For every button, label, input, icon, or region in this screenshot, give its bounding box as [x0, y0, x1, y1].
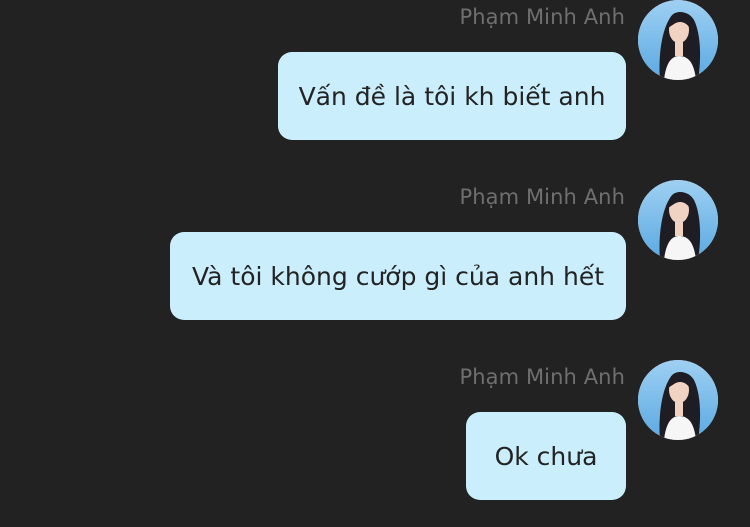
avatar-photo-icon: [638, 360, 718, 440]
sender-name: Phạm Minh Anh: [459, 185, 625, 209]
avatar-photo-icon: [638, 0, 718, 80]
avatar[interactable]: [638, 180, 718, 260]
message-bubble[interactable]: Ok chưa: [466, 412, 626, 500]
avatar-photo-icon: [638, 180, 718, 260]
sender-name: Phạm Minh Anh: [459, 5, 625, 29]
avatar[interactable]: [638, 360, 718, 440]
avatar[interactable]: [638, 0, 718, 80]
message-bubble[interactable]: Và tôi không cướp gì của anh hết: [170, 232, 626, 320]
chat-thread: Phạm Minh Anh Vấn đề là tôi kh biết anh: [0, 0, 750, 527]
message-bubble[interactable]: Vấn đề là tôi kh biết anh: [278, 52, 626, 140]
sender-name: Phạm Minh Anh: [459, 365, 625, 389]
